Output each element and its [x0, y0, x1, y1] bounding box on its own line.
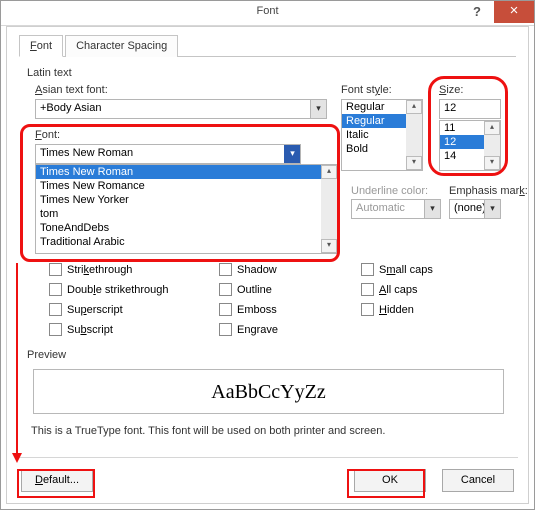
smallcaps-check[interactable]: Small caps: [361, 263, 433, 276]
close-icon[interactable]: ×: [494, 1, 534, 23]
list-item[interactable]: ToneAndDebs: [36, 221, 337, 235]
check-label: Small caps: [379, 264, 433, 276]
subscript-check[interactable]: Subscript: [49, 323, 113, 336]
list-item[interactable]: Times New Yorker: [36, 193, 337, 207]
font-combo[interactable]: Times New Roman ▾: [35, 144, 301, 164]
preview-label: Preview: [27, 349, 66, 361]
check-label: Shadow: [237, 264, 277, 276]
underline-color-label: Underline color:: [351, 185, 428, 197]
font-style-list[interactable]: Regular Regular Italic Bold ▴ ▾: [341, 99, 423, 171]
font-note: This is a TrueType font. This font will …: [31, 425, 504, 437]
size-list[interactable]: 11 12 14 ▴ ▾: [439, 120, 501, 171]
titlebar[interactable]: Font ? ×: [1, 1, 534, 26]
cancel-button[interactable]: Cancel: [442, 469, 514, 492]
outline-check[interactable]: Outline: [219, 283, 272, 296]
emboss-check[interactable]: Emboss: [219, 303, 277, 316]
scrollbar[interactable]: ▴ ▾: [484, 121, 500, 170]
tab-character-spacing[interactable]: Character Spacing: [65, 35, 178, 57]
chevron-down-icon[interactable]: ▾: [484, 200, 500, 218]
client-area: Font Character Spacing Latin text Asian …: [6, 26, 529, 504]
check-label: Subscript: [67, 324, 113, 336]
check-label: Superscript: [67, 304, 123, 316]
font-label: Font:: [35, 129, 60, 141]
tab-strip: Font Character Spacing: [19, 35, 516, 57]
asian-font-combo[interactable]: +Body Asian ▾: [35, 99, 327, 119]
ok-button[interactable]: OK: [354, 469, 426, 492]
list-item[interactable]: Traditional Arabic: [36, 235, 337, 249]
allcaps-check[interactable]: All caps: [361, 283, 418, 296]
font-style-label: Font style:: [341, 84, 392, 96]
underline-color-value: Automatic: [356, 202, 405, 214]
size-value: 12: [444, 102, 456, 114]
check-label: Emboss: [237, 304, 277, 316]
asian-font-label: Asian text font:: [35, 84, 108, 96]
default-button[interactable]: Default...: [21, 469, 93, 492]
tab-font[interactable]: Font: [19, 35, 63, 57]
underline-color-combo: Automatic ▾: [351, 199, 441, 219]
check-label: Outline: [237, 284, 272, 296]
size-label: Size:: [439, 84, 463, 96]
double-strikethrough-check[interactable]: Double strikethrough: [49, 283, 169, 296]
list-item[interactable]: tom: [36, 207, 337, 221]
shadow-check[interactable]: Shadow: [219, 263, 277, 276]
emphasis-combo[interactable]: (none) ▾: [449, 199, 501, 219]
latin-text-label: Latin text: [27, 67, 72, 79]
list-item[interactable]: Times New Romance: [36, 179, 337, 193]
window-title: Font: [256, 5, 278, 17]
scrollbar[interactable]: ▴ ▾: [321, 165, 337, 253]
size-input[interactable]: 12: [439, 99, 501, 119]
font-dropdown-list[interactable]: Times New Roman Times New Romance Times …: [35, 164, 338, 254]
chevron-down-icon[interactable]: ▾: [310, 100, 326, 118]
chevron-down-icon: ▾: [424, 200, 440, 218]
preview-box: AaBbCcYyZz: [33, 369, 504, 414]
list-item[interactable]: Times New Roman: [36, 165, 337, 179]
chevron-down-icon[interactable]: ▾: [284, 145, 300, 163]
help-icon[interactable]: ?: [462, 1, 492, 23]
emphasis-value: (none): [454, 202, 486, 214]
check-label: Engrave: [237, 324, 278, 336]
check-label: All caps: [379, 284, 418, 296]
hidden-check[interactable]: Hidden: [361, 303, 414, 316]
font-value: Times New Roman: [40, 147, 133, 159]
engrave-check[interactable]: Engrave: [219, 323, 278, 336]
superscript-check[interactable]: Superscript: [49, 303, 123, 316]
strikethrough-check[interactable]: Strikethrough: [49, 263, 132, 276]
emphasis-label: Emphasis mark:: [449, 185, 528, 197]
scrollbar[interactable]: ▴ ▾: [406, 100, 422, 170]
check-label: Strikethrough: [67, 264, 132, 276]
check-label: Hidden: [379, 304, 414, 316]
font-dialog: Font ? × Font Character Spacing Latin te…: [0, 0, 535, 510]
asian-font-value: +Body Asian: [40, 102, 101, 114]
check-label: Double strikethrough: [67, 284, 169, 296]
